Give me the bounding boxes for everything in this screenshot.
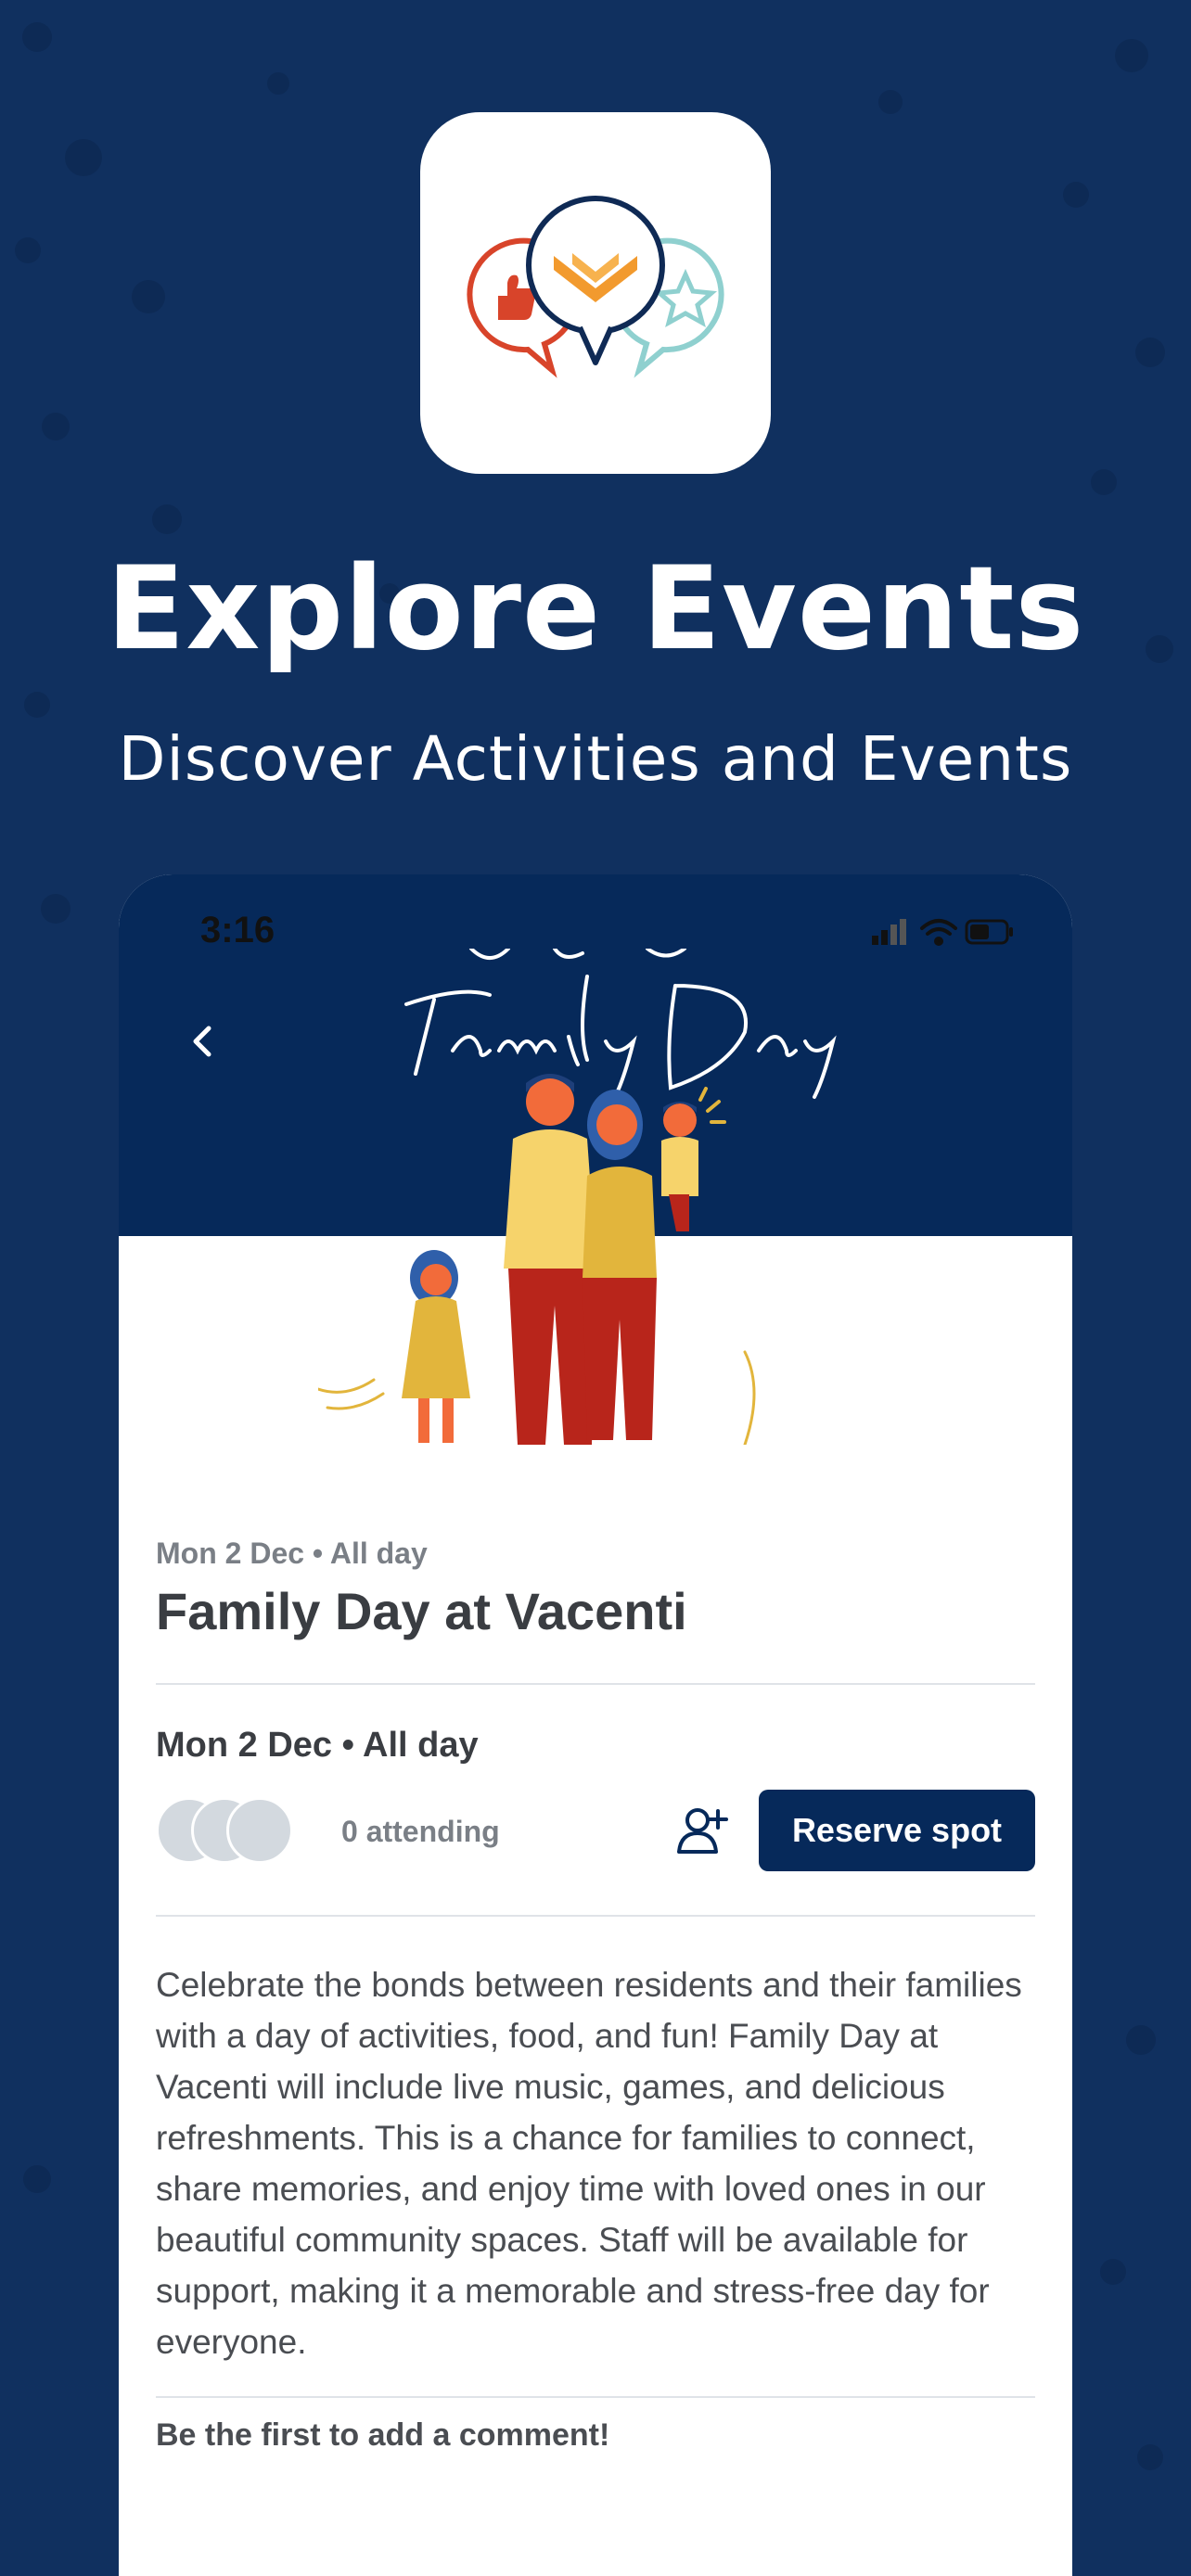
- avatar: [226, 1797, 293, 1864]
- comment-prompt[interactable]: Be the first to add a comment!: [156, 2417, 609, 2454]
- event-description: Celebrate the bonds between residents an…: [156, 1966, 1022, 2361]
- chevron-left-icon: [193, 1026, 211, 1057]
- promo-title: Explore Events: [106, 542, 1085, 676]
- attending-count[interactable]: 0 attending: [341, 1815, 500, 1849]
- add-person-icon[interactable]: [675, 1802, 731, 1857]
- family-illustration: [318, 1074, 756, 1445]
- wifi-icon: [920, 919, 957, 946]
- divider: [156, 1915, 1035, 1917]
- app-logo: [420, 112, 771, 474]
- promo-subtitle: Discover Activities and Events: [118, 723, 1073, 795]
- signal-icon: [872, 919, 906, 945]
- speech-bubbles-logo-icon: [467, 196, 724, 378]
- reserve-spot-button[interactable]: Reserve spot: [759, 1790, 1035, 1871]
- event-date-row: Mon 2 Dec • All day: [156, 1726, 479, 1765]
- battery-icon: [965, 919, 1013, 945]
- divider: [156, 1683, 1035, 1685]
- status-icons: [872, 919, 1013, 946]
- back-button[interactable]: [174, 1014, 230, 1069]
- divider: [156, 2396, 1035, 2398]
- event-date-small: Mon 2 Dec • All day: [156, 1537, 428, 1570]
- status-time: 3:16: [200, 910, 275, 950]
- event-title: Family Day at Vacenti: [156, 1582, 687, 1640]
- phone-screen: 3:16 Mon 2 Dec • All day Family Day at V…: [119, 874, 1072, 2576]
- attendee-avatars[interactable]: [156, 1797, 314, 1864]
